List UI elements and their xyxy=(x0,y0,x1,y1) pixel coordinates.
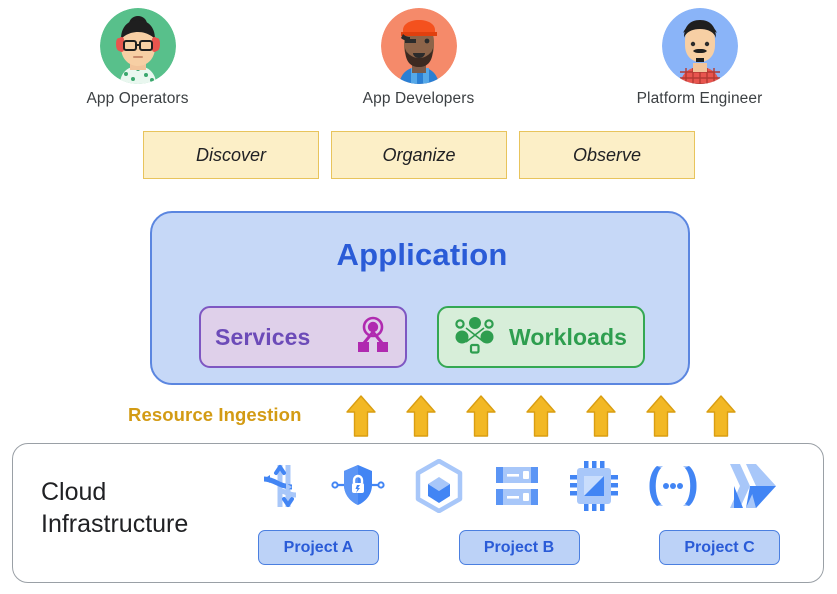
services-mesh-icon xyxy=(355,316,391,359)
services-label: Services xyxy=(215,323,311,350)
cloud-infrastructure-title-line1: Cloud xyxy=(41,478,107,506)
project-chip-c[interactable]: Project C xyxy=(659,530,780,565)
application-panel: Application Services Workloads xyxy=(150,211,690,385)
infrastructure-icons-row xyxy=(258,458,780,518)
up-arrow-icon xyxy=(526,394,556,440)
up-arrow-icon xyxy=(586,394,616,440)
platform-engineer-avatar xyxy=(661,8,738,84)
capability-organize[interactable]: Organize xyxy=(331,131,507,179)
cloud-infrastructure-title-line2: Infrastructure xyxy=(41,510,189,538)
application-title: Application xyxy=(336,237,508,272)
cloud-infrastructure-title: Cloud Infrastructure xyxy=(41,476,188,540)
container-registry-icon xyxy=(413,458,465,518)
application-children: Services Workloads xyxy=(199,306,645,368)
up-arrow-icon xyxy=(346,394,376,440)
persona-app-operators: App Operators xyxy=(63,8,213,108)
up-arrow-icon xyxy=(706,394,736,440)
capability-observe[interactable]: Observe xyxy=(519,131,695,179)
workloads-box[interactable]: Workloads xyxy=(437,306,645,368)
server-rack-icon xyxy=(492,461,542,516)
services-box[interactable]: Services xyxy=(199,306,407,368)
workloads-cluster-icon xyxy=(453,315,497,360)
up-arrow-icon xyxy=(646,394,676,440)
project-chip-b[interactable]: Project B xyxy=(458,530,580,565)
ingestion-arrows xyxy=(346,394,736,440)
double-chevron-icon xyxy=(726,460,780,517)
code-brackets-icon xyxy=(647,462,699,515)
resource-ingestion-label: Resource Ingestion xyxy=(128,404,302,425)
traffic-director-icon xyxy=(258,461,304,516)
projects-row: Project A Project B Project C xyxy=(258,530,780,565)
persona-label: Platform Engineer xyxy=(636,90,763,107)
persona-label: App Operators xyxy=(86,90,189,107)
resource-ingestion-row: Resource Ingestion xyxy=(0,394,837,442)
personas-row: App Operators App Developers Platform En… xyxy=(0,8,837,108)
workloads-label: Workloads xyxy=(509,323,628,350)
persona-app-developers: App Developers xyxy=(344,8,494,108)
persona-label: App Developers xyxy=(362,90,475,107)
project-chip-a[interactable]: Project A xyxy=(258,530,379,565)
up-arrow-icon xyxy=(406,394,436,440)
capability-discover[interactable]: Discover xyxy=(143,131,319,179)
up-arrow-icon xyxy=(466,394,496,440)
cpu-chip-icon xyxy=(569,460,619,517)
app-developers-avatar xyxy=(380,8,457,84)
capabilities-row: Discover Organize Observe xyxy=(143,131,695,181)
persona-platform-engineer: Platform Engineer xyxy=(625,8,775,108)
app-operators-avatar xyxy=(99,8,176,84)
shield-lock-icon xyxy=(331,461,385,516)
